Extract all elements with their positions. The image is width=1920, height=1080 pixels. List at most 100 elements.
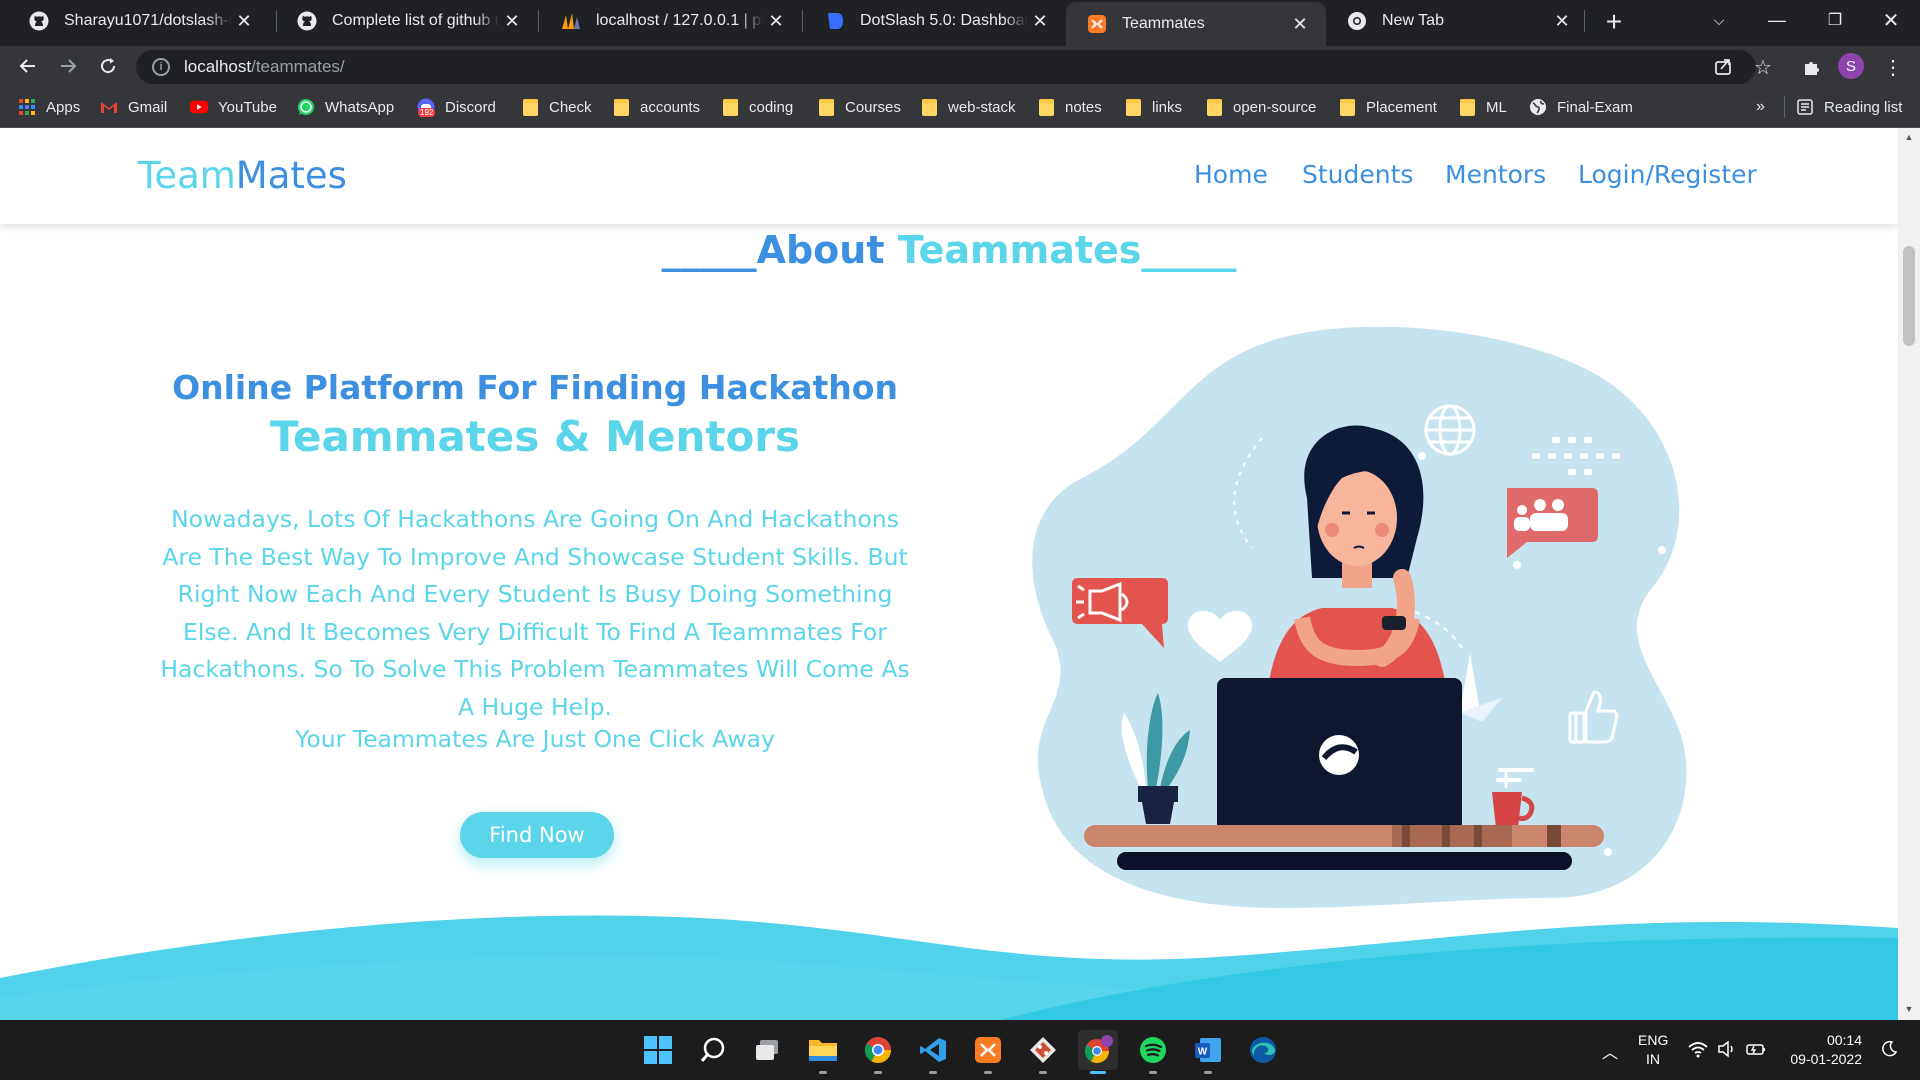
bookmark-label: accounts	[640, 98, 701, 116]
bookmark-label: Placement	[1366, 98, 1437, 116]
restore-button[interactable]: ❐	[1806, 0, 1864, 40]
reading-list-label: Reading list	[1824, 98, 1903, 116]
new-tab-button[interactable]: +	[1598, 6, 1630, 38]
scroll-down-icon[interactable]: ▼	[1904, 1004, 1914, 1014]
chrome-profile-icon[interactable]	[1078, 1030, 1118, 1074]
bookmark-folder-notes[interactable]: notes	[1037, 95, 1102, 119]
nav-students[interactable]: Students	[1302, 160, 1413, 189]
bookmark-star-icon[interactable]: ☆	[1748, 52, 1778, 82]
bookmark-label: Check	[549, 98, 592, 116]
page-scrollbar[interactable]: ▲ ▼	[1898, 128, 1920, 1020]
discord-notification-badge: 192	[418, 108, 436, 117]
close-icon[interactable]: ✕	[1288, 14, 1312, 35]
tab-dotslash-team[interactable]: Sharayu1071/dotslash-team ✕	[8, 0, 270, 42]
volume-icon[interactable]	[1717, 1040, 1737, 1061]
clock-time: 00:14	[1826, 1032, 1862, 1048]
scrollbar-thumb[interactable]	[1903, 246, 1915, 346]
language-indicator[interactable]: ENG IN	[1638, 1031, 1668, 1069]
bookmark-label: WhatsApp	[325, 98, 395, 116]
minimize-button[interactable]: —	[1748, 0, 1806, 40]
wifi-icon[interactable]	[1688, 1040, 1708, 1061]
browser-toolbar: i localhost/teammates/ ☆ ⋮	[0, 46, 1920, 86]
bookmark-folder-links[interactable]: links	[1124, 95, 1182, 119]
bookmark-apps[interactable]: Apps	[18, 95, 80, 119]
bookmark-folder-ml[interactable]: ML	[1458, 95, 1507, 119]
bookmark-label: open-source	[1233, 98, 1317, 116]
tab-new-tab[interactable]: New Tab ✕	[1326, 0, 1588, 42]
tab-github-markdown[interactable]: Complete list of github markdown ✕	[276, 0, 538, 42]
clock-date: 09-01-2022	[1790, 1051, 1862, 1067]
bookmark-folder-placement[interactable]: Placement	[1338, 95, 1437, 119]
bookmark-folder-coding[interactable]: coding	[721, 95, 793, 119]
chrome-icon[interactable]	[858, 1030, 898, 1074]
nav-login-register[interactable]: Login/Register	[1578, 160, 1757, 189]
bookmark-final-exam[interactable]: Final-Exam	[1529, 95, 1633, 119]
close-icon[interactable]: ✕	[232, 11, 256, 32]
bookmarks-overflow-button[interactable]: »	[1756, 95, 1765, 119]
url-path: /teammates/	[251, 57, 345, 76]
vscode-icon[interactable]	[913, 1030, 953, 1074]
file-explorer-icon[interactable]	[803, 1030, 843, 1074]
close-icon[interactable]: ✕	[1028, 11, 1052, 32]
word-icon[interactable]: W	[1188, 1030, 1228, 1074]
spotify-icon[interactable]	[1133, 1030, 1173, 1074]
menu-kebab-icon[interactable]: ⋮	[1878, 52, 1908, 82]
site-info-icon[interactable]: i	[152, 58, 170, 76]
share-icon[interactable]	[1708, 52, 1738, 82]
about-heading: _____About Teammates_____	[661, 228, 1237, 272]
reload-button[interactable]	[90, 48, 126, 84]
close-icon[interactable]: ✕	[1550, 11, 1574, 32]
window-close-button[interactable]: ✕	[1862, 0, 1920, 40]
bookmark-gmail[interactable]: Gmail	[100, 95, 167, 119]
bookmark-label: coding	[749, 98, 794, 116]
find-now-button[interactable]: Find Now	[460, 812, 614, 858]
notification-moon-icon[interactable]	[1880, 1040, 1898, 1061]
bookmark-folder-accounts[interactable]: accounts	[612, 95, 700, 119]
edge-icon[interactable]	[1243, 1030, 1283, 1070]
close-icon[interactable]: ✕	[764, 11, 788, 32]
hero-subtitle: Teammates & Mentors	[269, 412, 801, 461]
bookmark-folder-courses[interactable]: Courses	[817, 95, 901, 119]
xampp-icon[interactable]	[968, 1030, 1008, 1074]
chrome-icon	[1346, 10, 1368, 32]
nav-mentors[interactable]: Mentors	[1445, 160, 1546, 189]
bookmark-folder-web-stack[interactable]: web-stack	[920, 95, 1016, 119]
tab-search-chevron-icon[interactable]: ⌵	[1690, 0, 1748, 40]
xampp-icon	[1086, 13, 1108, 35]
bookmark-whatsapp[interactable]: WhatsApp	[297, 95, 394, 119]
address-bar[interactable]: i localhost/teammates/	[136, 50, 1756, 84]
profile-avatar[interactable]: S	[1838, 53, 1864, 79]
close-icon[interactable]: ✕	[500, 11, 524, 32]
globe-icon	[1529, 98, 1547, 116]
bookmark-youtube[interactable]: YouTube	[190, 95, 277, 119]
tab-teammates[interactable]: Teammates ✕	[1066, 2, 1326, 46]
search-icon[interactable]	[693, 1030, 733, 1070]
site-logo[interactable]: TeamMates	[138, 154, 347, 197]
extensions-puzzle-icon[interactable]	[1797, 52, 1827, 82]
nav-home[interactable]: Home	[1194, 160, 1268, 189]
tab-phpmyadmin[interactable]: localhost / 127.0.0.1 | phpMyAdmin ✕	[540, 0, 802, 42]
tab-title: Complete list of github markdown	[332, 12, 500, 29]
tab-title: Sharayu1071/dotslash-team	[64, 12, 232, 29]
bookmark-discord[interactable]: 192 Discord	[417, 95, 496, 119]
forward-button[interactable]	[50, 48, 86, 84]
git-icon[interactable]	[1023, 1030, 1063, 1074]
reading-list-button[interactable]: Reading list	[1796, 95, 1902, 119]
bookmark-folder-check[interactable]: Check	[521, 95, 592, 119]
task-view-icon[interactable]	[748, 1030, 788, 1070]
scroll-up-icon[interactable]: ▲	[1904, 132, 1914, 142]
youtube-icon	[190, 98, 208, 116]
bookmarks-bar: Apps Gmail YouTube WhatsApp 192 Discord …	[0, 86, 1920, 128]
back-button[interactable]	[10, 48, 46, 84]
battery-icon[interactable]	[1745, 1040, 1767, 1061]
folder-icon	[521, 98, 539, 116]
bookmark-folder-open-source[interactable]: open-source	[1205, 95, 1316, 119]
tray-overflow-chevron-icon[interactable]: ︿	[1602, 1039, 1618, 1063]
folder-icon	[1338, 98, 1356, 116]
tab-title: localhost / 127.0.0.1 | phpMyAdmin	[596, 12, 764, 29]
laptop-illustration	[1202, 678, 1482, 840]
browser-tab-strip: Sharayu1071/dotslash-team ✕ Complete lis…	[0, 0, 1920, 46]
tab-devfolio[interactable]: DotSlash 5.0: Dashboard | Devfolio ✕	[804, 0, 1066, 42]
clock[interactable]: 00:14 09-01-2022	[1782, 1031, 1862, 1069]
windows-start-icon[interactable]	[638, 1030, 678, 1070]
